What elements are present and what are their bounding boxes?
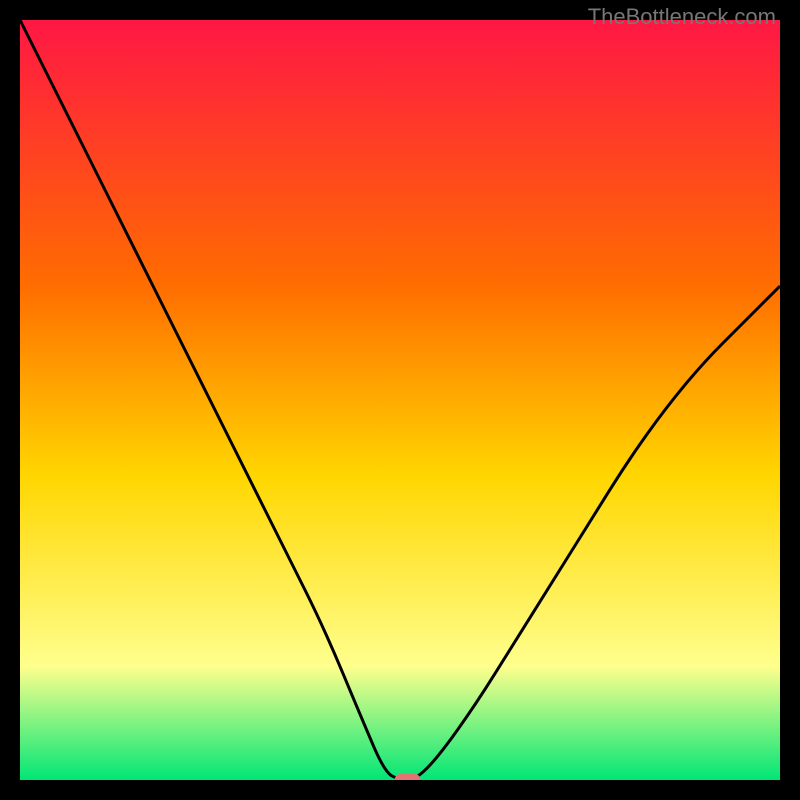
chart-background — [20, 20, 780, 780]
bottleneck-chart — [20, 20, 780, 780]
watermark-text: TheBottleneck.com — [588, 4, 776, 30]
chart-frame — [20, 20, 780, 780]
optimal-marker — [395, 774, 421, 780]
